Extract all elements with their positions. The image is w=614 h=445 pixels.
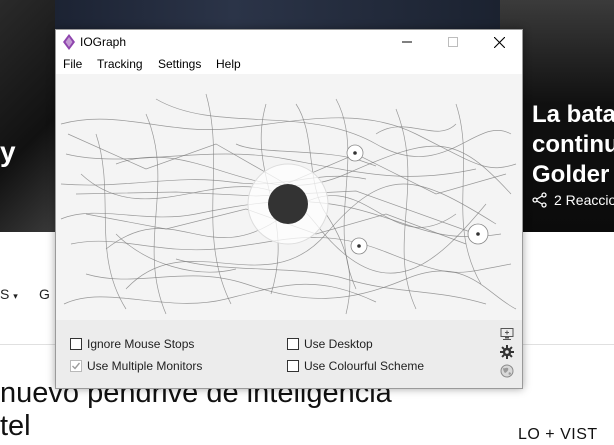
stop-marker bbox=[350, 237, 368, 255]
checkmark-icon bbox=[72, 362, 81, 370]
most-viewed-label: LO + VIST bbox=[518, 426, 598, 443]
menu-settings[interactable]: Settings bbox=[158, 57, 201, 71]
options-panel: Ignore Mouse Stops Use Multiple Monitors… bbox=[56, 320, 522, 388]
ignore-mouse-stops-label: Ignore Mouse Stops bbox=[87, 337, 195, 351]
use-colourful-scheme-checkbox[interactable] bbox=[287, 360, 299, 372]
app-logo-icon bbox=[63, 34, 75, 50]
hero-title[interactable]: La bata continu Golder bbox=[532, 100, 614, 190]
hero-letter: y bbox=[0, 136, 16, 167]
share-count: 2 Reaccio bbox=[554, 192, 614, 208]
ignore-mouse-stops-checkbox[interactable] bbox=[70, 338, 82, 350]
background-photo-left bbox=[0, 0, 55, 232]
maximize-icon bbox=[448, 37, 458, 47]
close-icon bbox=[493, 36, 505, 48]
use-desktop-option[interactable]: Use Desktop bbox=[287, 337, 373, 351]
use-desktop-checkbox[interactable] bbox=[287, 338, 299, 350]
minimize-icon bbox=[402, 41, 412, 43]
minimize-button[interactable] bbox=[384, 30, 430, 54]
use-multiple-monitors-label: Use Multiple Monitors bbox=[87, 359, 203, 373]
big-stop-marker bbox=[247, 163, 329, 245]
stop-marker bbox=[467, 223, 489, 245]
stop-marker bbox=[346, 144, 364, 162]
nav-item-2[interactable]: G bbox=[39, 286, 50, 302]
iograph-window: IOGraph File Tracking Settings Help Igno… bbox=[55, 29, 523, 389]
menu-bar: File Tracking Settings Help bbox=[56, 54, 522, 74]
use-desktop-label: Use Desktop bbox=[304, 337, 373, 351]
maximize-button[interactable] bbox=[430, 30, 476, 54]
use-multiple-monitors-checkbox[interactable] bbox=[70, 360, 82, 372]
nav-item-1-label: S bbox=[0, 286, 10, 302]
globe-icon[interactable] bbox=[500, 364, 514, 378]
gear-icon[interactable] bbox=[500, 345, 514, 359]
ignore-mouse-stops-option[interactable]: Ignore Mouse Stops bbox=[70, 337, 194, 351]
menu-help[interactable]: Help bbox=[216, 57, 241, 71]
nav-item-2-label: G bbox=[39, 286, 50, 302]
close-button[interactable] bbox=[476, 30, 522, 54]
use-multiple-monitors-option[interactable]: Use Multiple Monitors bbox=[70, 359, 202, 373]
menu-file[interactable]: File bbox=[63, 57, 82, 71]
use-colourful-scheme-label: Use Colourful Scheme bbox=[304, 359, 425, 373]
title-bar[interactable]: IOGraph bbox=[56, 30, 522, 54]
window-title: IOGraph bbox=[80, 35, 127, 49]
share-icon bbox=[532, 192, 547, 208]
share-reactions[interactable]: 2 Reaccio bbox=[532, 192, 614, 208]
tracking-canvas[interactable] bbox=[56, 74, 522, 320]
nav-item-1[interactable]: S ▾ bbox=[0, 286, 18, 302]
menu-tracking[interactable]: Tracking bbox=[97, 57, 143, 71]
use-colourful-scheme-option[interactable]: Use Colourful Scheme bbox=[287, 359, 424, 373]
background-photo-top bbox=[55, 0, 500, 30]
chevron-down-icon: ▾ bbox=[13, 291, 18, 301]
monitor-icon[interactable] bbox=[500, 327, 514, 341]
